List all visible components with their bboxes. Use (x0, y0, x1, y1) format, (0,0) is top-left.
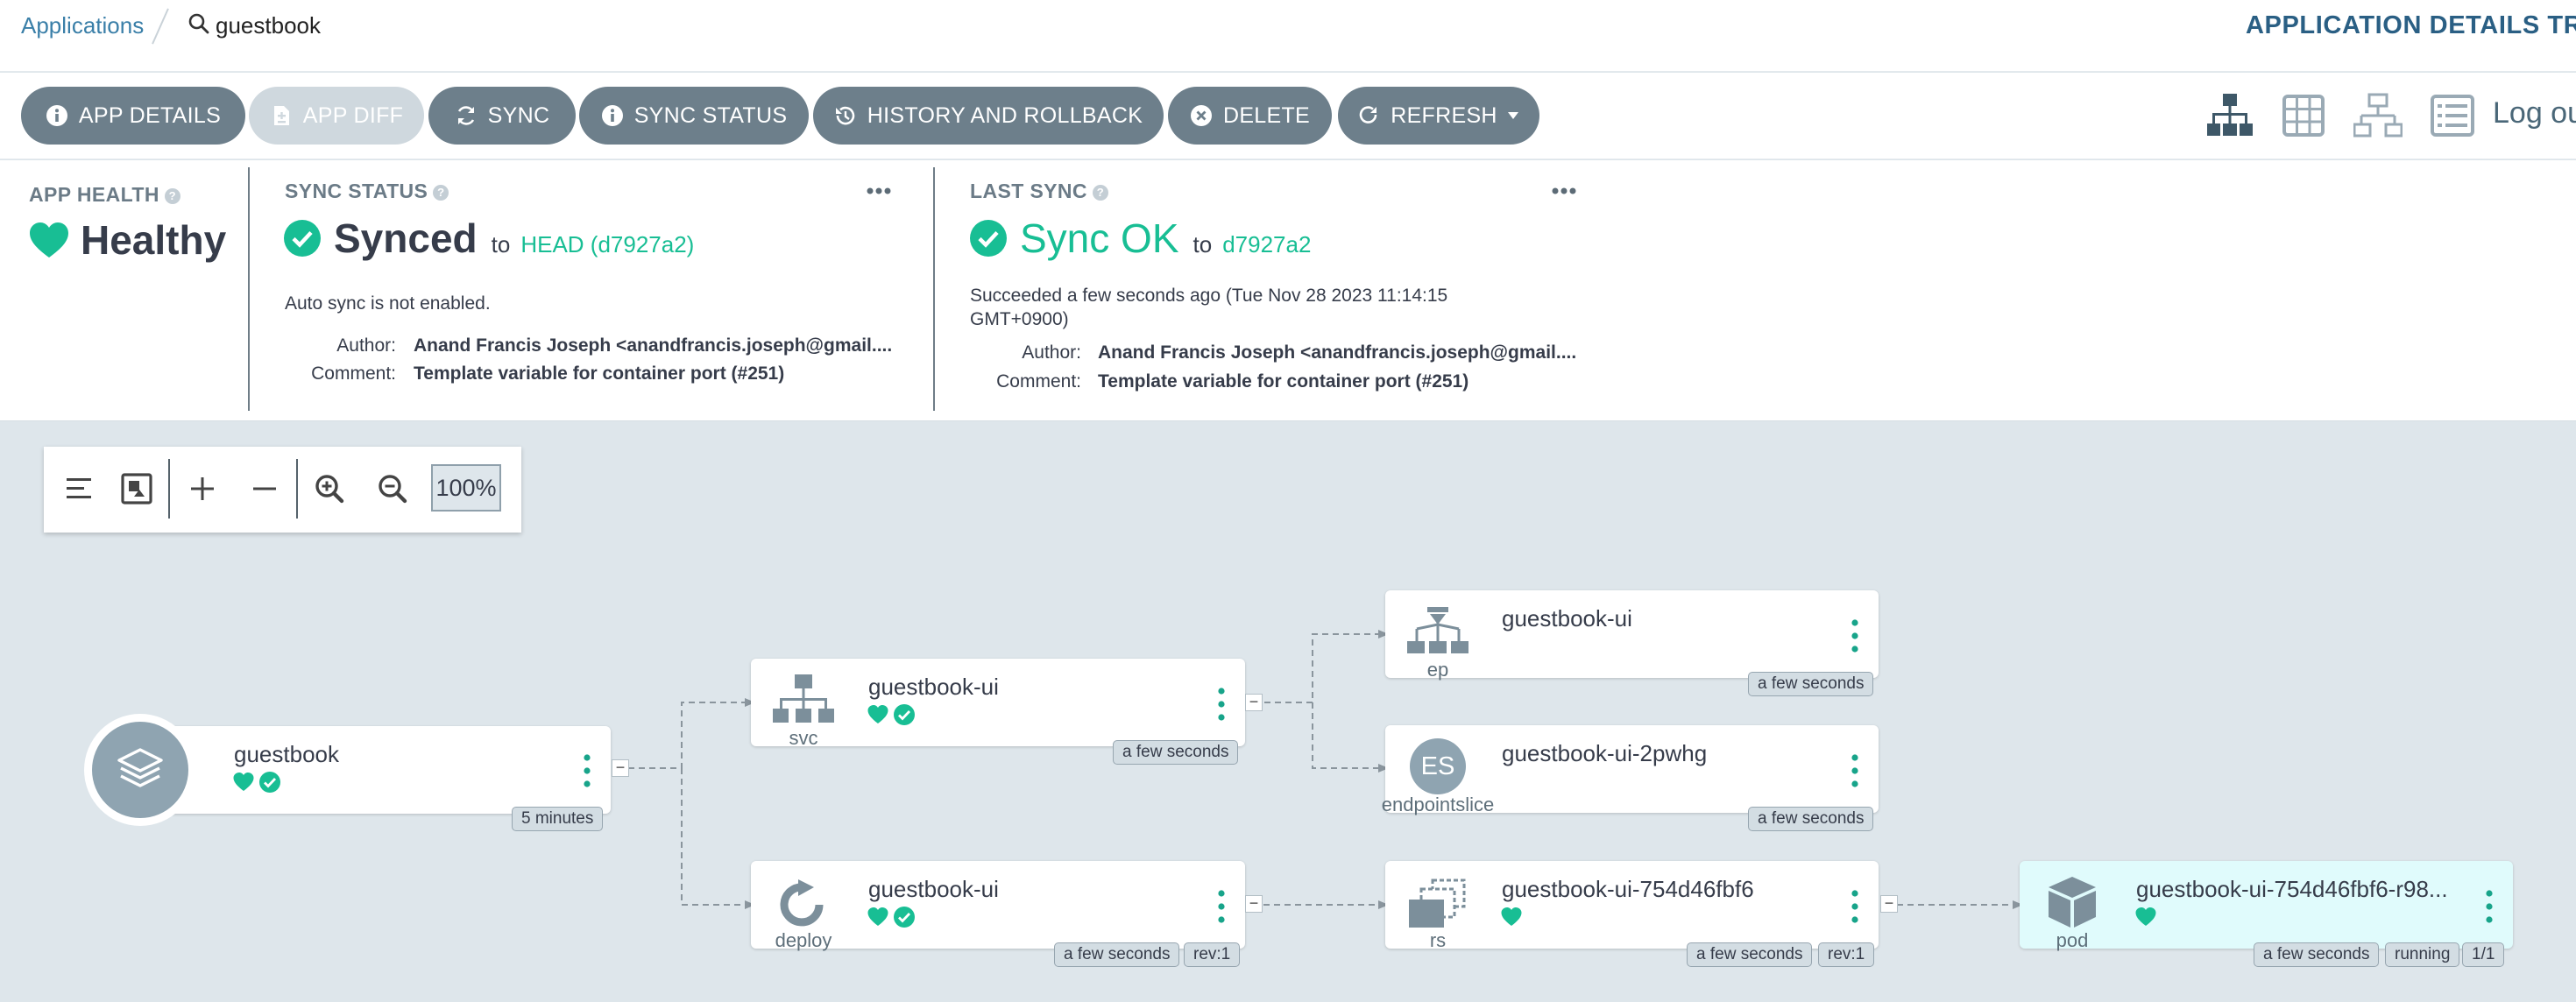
layers-icon (117, 748, 163, 787)
node-statuses (2134, 906, 2157, 928)
app-icon-ring (84, 714, 196, 826)
edge (681, 768, 745, 906)
collapse-toggle[interactable]: − (1245, 694, 1263, 711)
heart-icon (867, 907, 888, 926)
ep-node-guestbook-ui[interactable]: ep guestbook-ui a few seconds (1385, 590, 1879, 696)
heart-icon (233, 773, 254, 791)
edge (1312, 702, 1378, 769)
kebab-menu-icon[interactable] (1851, 890, 1858, 923)
heart-icon (867, 705, 888, 723)
edge (618, 702, 745, 769)
edge (1264, 633, 1378, 703)
node-name: guestbook-ui-754d46fbf6-r98... (2136, 876, 2448, 902)
heart-icon (2135, 907, 2156, 926)
revision-tag: rev:1 (1818, 942, 1875, 967)
collapse-toggle[interactable]: − (1880, 895, 1898, 913)
rs-node-guestbook-ui-754d46fbf6[interactable]: rs guestbook-ui-754d46fbf6 a few seconds… (1385, 861, 1879, 967)
pod-status-tag: running (2385, 942, 2460, 967)
pod-node-guestbook-ui-754d46fbf6[interactable]: pod guestbook-ui-754d46fbf6-r98... a few… (2020, 861, 2513, 967)
revision-tag: rev:1 (1184, 942, 1241, 967)
endpointslice-icon: ES (1410, 738, 1466, 794)
service-icon (773, 674, 834, 723)
node-name: guestbook (234, 741, 339, 767)
check-circle-icon (259, 772, 280, 793)
svc-node-guestbook-ui[interactable]: svc guestbook-ui a few seconds (751, 659, 1245, 765)
age-tag: a few seconds (1113, 740, 1239, 765)
replicaset-icon (1409, 879, 1466, 928)
node-name: guestbook-ui (868, 876, 999, 902)
kebab-menu-icon[interactable] (1851, 754, 1858, 787)
node-kind: rs (1429, 929, 1447, 951)
node-kind: deploy (775, 929, 832, 951)
endpoints-icon (1407, 607, 1468, 653)
check-circle-icon (894, 704, 915, 725)
deploy-node-guestbook-ui[interactable]: deploy guestbook-ui a few seconds rev:1 (751, 861, 1245, 967)
node-kind: endpointslice (1381, 794, 1495, 815)
age-tag: 5 minutes (512, 807, 604, 831)
node-name: guestbook-ui-754d46fbf6 (1502, 876, 1754, 902)
node-statuses (1500, 906, 1523, 928)
node-name: guestbook-ui (868, 674, 999, 700)
heart-icon (1501, 907, 1522, 926)
deployment-icon (780, 879, 824, 927)
collapse-toggle[interactable]: − (612, 759, 629, 777)
node-statuses (232, 771, 281, 794)
node-name: guestbook-ui (1502, 605, 1632, 632)
node-name: guestbook-ui-2pwhg (1502, 740, 1708, 766)
app-node-guestbook[interactable]: guestbook 5 minutes (140, 726, 611, 831)
age-tag: a few seconds (1054, 942, 1180, 967)
graph-edges (618, 630, 2023, 909)
kebab-menu-icon[interactable] (584, 754, 591, 787)
age-tag: a few seconds (2254, 942, 2380, 967)
kebab-menu-icon[interactable] (2486, 890, 2493, 923)
node-kind: svc (789, 727, 818, 749)
node-kind: ep (1426, 659, 1449, 681)
age-tag: a few seconds (1748, 807, 1874, 831)
node-statuses (867, 906, 916, 928)
kebab-menu-icon[interactable] (1218, 688, 1225, 721)
age-tag: a few seconds (1748, 672, 1874, 696)
kebab-menu-icon[interactable] (1218, 890, 1225, 923)
kebab-menu-icon[interactable] (1851, 619, 1858, 653)
collapse-toggle[interactable]: − (1245, 895, 1263, 913)
containers-ready-tag: 1/1 (2462, 942, 2505, 967)
pod-cube-icon (2049, 877, 2096, 928)
app-icon-circle (92, 722, 188, 818)
check-circle-icon (894, 907, 915, 928)
node-statuses (867, 703, 916, 726)
age-tag: a few seconds (1687, 942, 1813, 967)
node-kind: pod (2056, 929, 2089, 951)
endpointslice-node-guestbook-ui-2pwhg[interactable]: ES endpointslice guestbook-ui-2pwhg a fe… (1382, 725, 1879, 831)
